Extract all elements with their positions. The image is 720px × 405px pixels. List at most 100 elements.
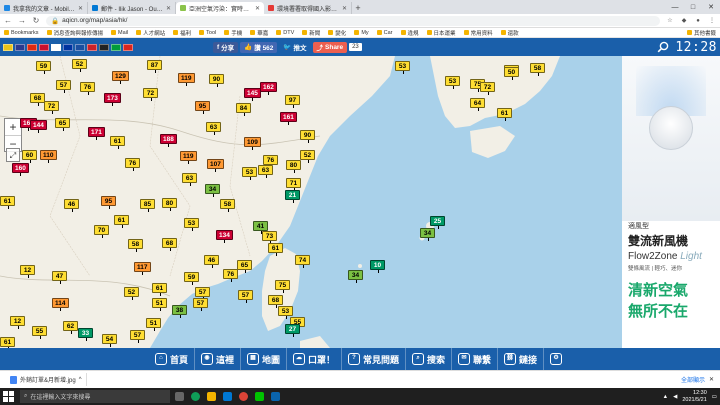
aqi-station-marker[interactable]: 72 — [480, 82, 495, 95]
aqi-map[interactable]: + − ⤢ 59 52 129 87 119 90 145 162 57 76 68 163 144 17… — [0, 56, 622, 348]
nav-map[interactable]: ▦ 地圖 — [241, 348, 287, 370]
aqi-station-marker[interactable]: 134 — [216, 230, 233, 243]
bookmark-item[interactable]: DTV — [276, 30, 294, 36]
aqi-station-marker[interactable]: 68 — [268, 295, 283, 308]
aqi-station-marker[interactable]: 46 — [64, 199, 79, 212]
aqi-station-marker[interactable]: 54 — [102, 334, 117, 347]
aqi-station-marker[interactable]: 95 — [195, 101, 210, 114]
aqi-station-marker[interactable]: 84 — [236, 103, 251, 116]
aqi-station-marker[interactable]: 60 — [22, 150, 37, 163]
language-flag-icon[interactable] — [39, 43, 49, 51]
new-tab-button[interactable]: + — [352, 2, 364, 14]
language-flag-icon[interactable] — [63, 43, 73, 51]
language-flag-icon[interactable] — [75, 43, 85, 51]
language-flag-icon[interactable] — [3, 43, 13, 51]
aqi-station-marker[interactable]: 52 — [124, 287, 139, 300]
reload-icon[interactable]: ↻ — [32, 16, 40, 25]
aqi-station-marker[interactable]: 90 — [209, 74, 224, 87]
aqi-station-marker[interactable]: 129 — [112, 71, 129, 84]
language-flag-icon[interactable] — [111, 43, 121, 51]
aqi-station-marker[interactable]: 76 — [125, 158, 140, 171]
aqi-station-marker[interactable]: 57 — [56, 80, 71, 93]
aqi-station-marker[interactable]: 61 — [0, 196, 15, 209]
aqi-station-marker[interactable]: 114 — [52, 298, 69, 311]
aqi-station-marker[interactable]: 73 — [262, 231, 277, 244]
bookmark-item[interactable]: 華嘉 — [250, 29, 268, 37]
aqi-station-marker[interactable]: 95 — [101, 196, 116, 209]
aqi-station-marker[interactable]: 57 — [238, 290, 253, 303]
aqi-station-marker[interactable]: 68 — [30, 93, 45, 106]
outlook-icon[interactable] — [268, 390, 282, 403]
aqi-station-marker[interactable]: 63 — [206, 122, 221, 135]
extensions-icon[interactable]: ◆ — [680, 17, 688, 25]
aqi-station-marker[interactable]: 41 — [253, 221, 268, 234]
url-field[interactable]: 🔒 aqicn.org/map/asia/hk/ — [46, 15, 660, 26]
zoom-in-button[interactable]: + — [5, 119, 21, 135]
tab-close-icon[interactable]: ✕ — [342, 5, 347, 12]
aqi-station-marker[interactable]: 34 — [420, 228, 435, 241]
nav-contact[interactable]: ✉ 聯繫 — [452, 348, 499, 370]
aqi-station-marker[interactable]: 72 — [143, 88, 158, 101]
aqi-station-marker[interactable]: 34 — [205, 184, 220, 197]
bookmark-item[interactable]: 福利 — [173, 29, 191, 37]
aqi-station-marker[interactable]: 68 — [162, 238, 177, 251]
bookmark-item[interactable]: Tool — [199, 30, 216, 36]
aqi-station-marker[interactable]: 173 — [104, 93, 121, 106]
show-all-downloads[interactable]: 全部顯示 — [681, 375, 705, 384]
aqi-station-marker[interactable]: 27 — [285, 324, 300, 337]
minimize-icon[interactable]: — — [666, 4, 684, 11]
aqi-station-marker[interactable]: 58 — [220, 199, 235, 212]
notification-icon[interactable]: ▭ — [712, 394, 717, 400]
tab-close-icon[interactable]: ✕ — [166, 5, 171, 12]
chevron-up-icon[interactable]: ^ — [79, 377, 82, 383]
bookmark-item[interactable]: Car — [376, 30, 393, 36]
nav-mask[interactable]: ☁ 口罩！ — [287, 348, 342, 370]
aqi-station-marker[interactable]: 145 — [244, 88, 261, 101]
aqi-station-marker[interactable]: 85 — [140, 199, 155, 212]
bookmark-item[interactable]: 變化 — [328, 29, 346, 37]
bookmark-item[interactable]: Bookmarks — [4, 30, 39, 36]
aqi-station-marker[interactable]: 90 — [300, 130, 315, 143]
nav-faq[interactable]: ? 常見問題 — [342, 348, 407, 370]
language-flag-icon[interactable] — [87, 43, 97, 51]
aqi-station-marker[interactable]: 162 — [260, 82, 277, 95]
aqi-station-marker[interactable]: 74 — [295, 255, 310, 268]
aqi-station-marker[interactable]: 10 — [370, 260, 385, 273]
aqi-station-marker[interactable]: 53 — [395, 61, 410, 74]
share-button[interactable]: ⤴ Share — [312, 41, 348, 53]
aqi-station-marker[interactable]: 38 — [172, 305, 187, 318]
aqi-station-marker[interactable]: 58 — [128, 239, 143, 252]
facebook-share-button[interactable]: f 分享 — [213, 41, 239, 53]
aqi-station-marker[interactable]: 61 — [268, 243, 283, 256]
language-flag-icon[interactable] — [99, 43, 109, 51]
aqi-station-marker[interactable]: 110 — [40, 150, 57, 163]
bookmark-item[interactable]: 常用資料 — [463, 29, 493, 37]
bookmark-item[interactable]: 消息查詢與報修傳揚 — [46, 29, 103, 37]
fullscreen-icon[interactable]: ⤢ — [6, 148, 20, 162]
tweet-button[interactable]: 🐦 推文 — [279, 42, 310, 53]
task-view-icon[interactable] — [172, 390, 186, 403]
chrome-icon[interactable] — [236, 390, 250, 403]
aqi-station-marker[interactable]: 119 — [178, 73, 195, 86]
like-button[interactable]: 👍 讚 562 — [240, 41, 278, 53]
aqi-station-marker[interactable]: 34 — [348, 270, 363, 283]
bookmark-item[interactable]: 違規 — [400, 29, 419, 37]
aqi-station-marker[interactable]: 58 — [530, 63, 545, 76]
bookmark-item[interactable]: My — [354, 30, 369, 36]
aqi-station-marker[interactable]: 171 — [88, 127, 105, 140]
site-search-icon[interactable] — [657, 41, 669, 53]
advertisement[interactable]: 適風型 雙流新風機 Flow2Zone Light 雙條風流 | 輕巧、迷你 清… — [622, 56, 720, 348]
language-flag-icon[interactable] — [51, 43, 61, 51]
forward-icon[interactable]: → — [18, 16, 26, 25]
line-icon[interactable] — [252, 390, 266, 403]
edge-icon[interactable] — [188, 390, 202, 403]
aqi-station-marker[interactable]: 57 — [193, 298, 208, 311]
aqi-station-marker[interactable]: 52 — [300, 150, 315, 163]
aqi-station-marker[interactable]: 59 — [184, 272, 199, 285]
aqi-station-marker[interactable]: 70 — [94, 225, 109, 238]
aqi-station-marker[interactable]: 65 — [237, 260, 252, 273]
bookmark-item[interactable]: 日本運業 — [426, 29, 456, 37]
aqi-station-marker[interactable]: 50 — [504, 67, 519, 80]
aqi-station-marker[interactable]: 12 — [20, 265, 35, 278]
aqi-station-marker[interactable]: 47 — [52, 271, 67, 284]
